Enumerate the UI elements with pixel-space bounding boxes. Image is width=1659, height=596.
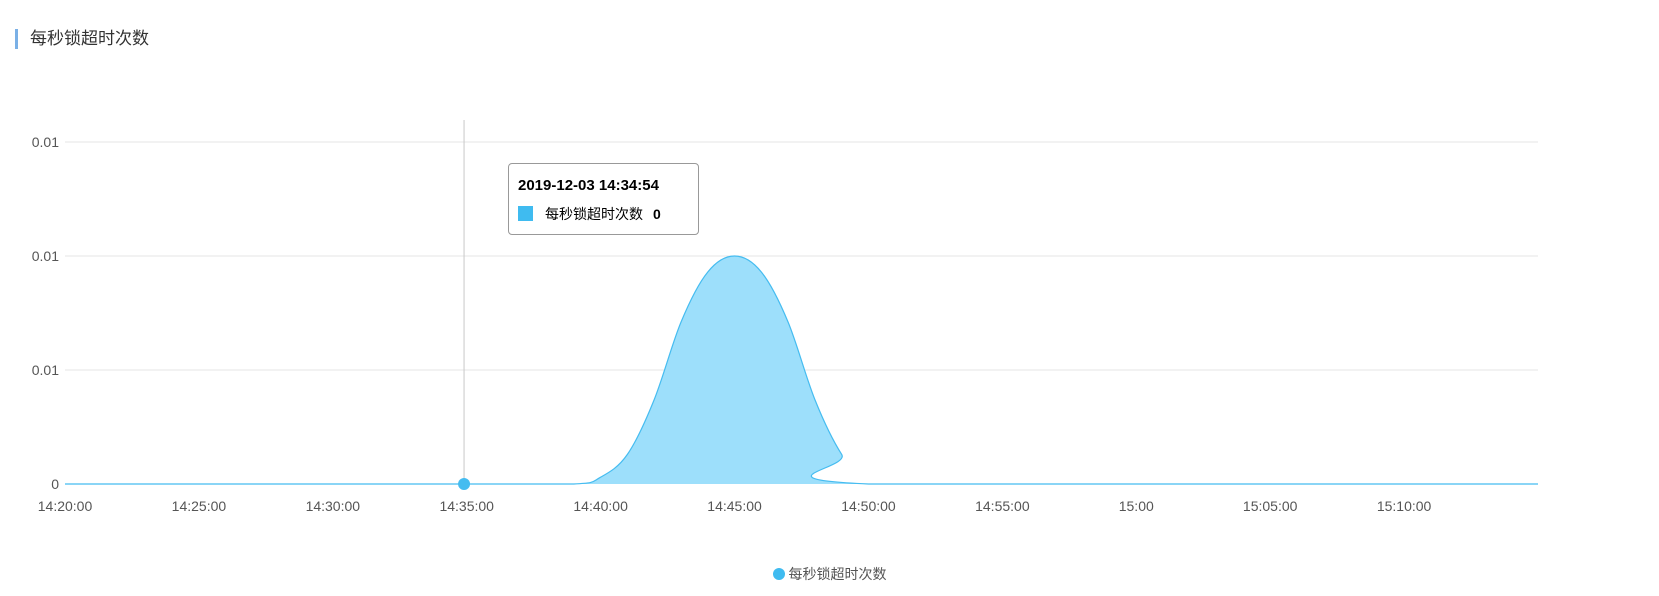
grid-lines [65,141,1538,371]
tooltip-series-row: 每秒锁超时次数 0 [518,204,661,224]
legend-label: 每秒锁超时次数 [788,567,887,583]
chart-tooltip: 2019-12-03 14:34:54 每秒锁超时次数 0 [508,163,699,235]
x-tick-label: 15:00 [1119,498,1154,514]
y-tick-label: 0.01 [32,362,59,378]
tooltip-series-value: 0 [653,206,661,222]
x-tick-label: 14:30:00 [306,498,361,514]
x-tick-label: 15:05:00 [1243,498,1298,514]
cursor-point [458,478,471,490]
hover-cursor [458,120,471,490]
x-axis: 14:20:00 14:25:00 14:30:00 14:35:00 14:40:00… [38,498,1432,514]
y-axis: 0 0.01 0.01 0.01 [32,134,59,492]
chart-area[interactable]: 00.010.010.01 14:20:00 14:25:00 14:30:00 14… [0,0,1659,596]
tooltip-time: 2019-12-03 14:34:54 [518,177,659,194]
x-tick-label: 14:25:00 [172,498,227,514]
x-tick-label: 14:40:00 [573,498,628,514]
x-tick-label: 14:35:00 [439,498,494,514]
tooltip-series-swatch [518,206,533,221]
chart-legend[interactable]: 每秒锁超时次数 [0,566,1659,584]
y-tick-label: 0 [51,476,59,492]
tooltip-series-name: 每秒锁超时次数 [545,207,643,223]
y-tick-label: 0.01 [32,248,59,264]
y-tick-label: 0.01 [32,134,59,150]
x-tick-label: 15:10:00 [1377,498,1432,514]
x-tick-label: 14:20:00 [38,498,93,514]
x-tick-label: 14:55:00 [975,498,1030,514]
x-tick-label: 14:50:00 [841,498,896,514]
x-tick-label: 14:45:00 [707,498,762,514]
legend-marker [772,568,785,580]
